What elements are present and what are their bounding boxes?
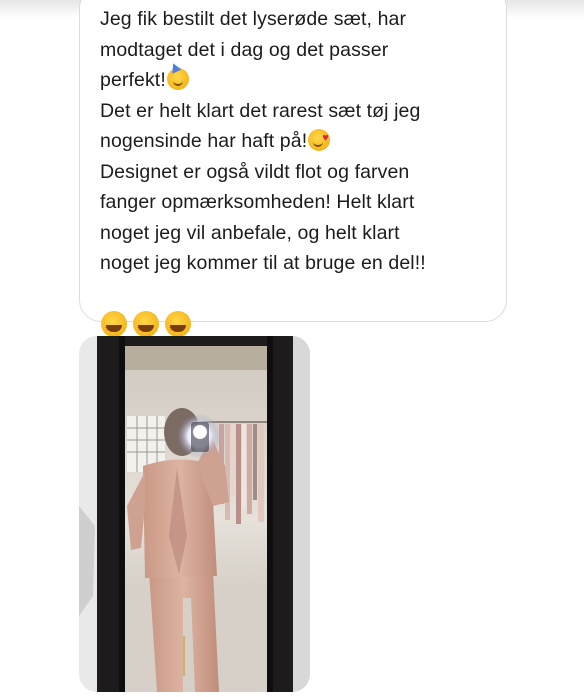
smiling-face-with-hearts-icon	[308, 123, 331, 154]
message-line-3: Designet er også vildt flot og farven fa…	[100, 160, 426, 275]
partying-face-icon	[166, 68, 189, 90]
star-struck-icon	[101, 311, 127, 345]
message-paragraph-2: Det er helt klart det rarest sæt tøj jeg…	[100, 96, 500, 157]
star-struck-icon	[133, 311, 159, 345]
message-paragraph-3: Designet er også vildt flot og farven fa…	[100, 157, 500, 279]
message-line-1: Jeg fik bestilt det lyserøde sæt, har mo…	[100, 8, 407, 91]
message-text: Jeg fik bestilt det lyserøde sæt, har mo…	[100, 4, 500, 345]
message-paragraph-1: Jeg fik bestilt det lyserøde sæt, har mo…	[100, 4, 500, 96]
star-struck-icon	[165, 311, 191, 345]
emoji-row	[100, 281, 500, 345]
message-line-2: Det er helt klart det rarest sæt tøj jeg…	[100, 99, 421, 153]
attached-photo[interactable]	[79, 336, 310, 692]
mirror-selfie-image	[79, 336, 310, 692]
